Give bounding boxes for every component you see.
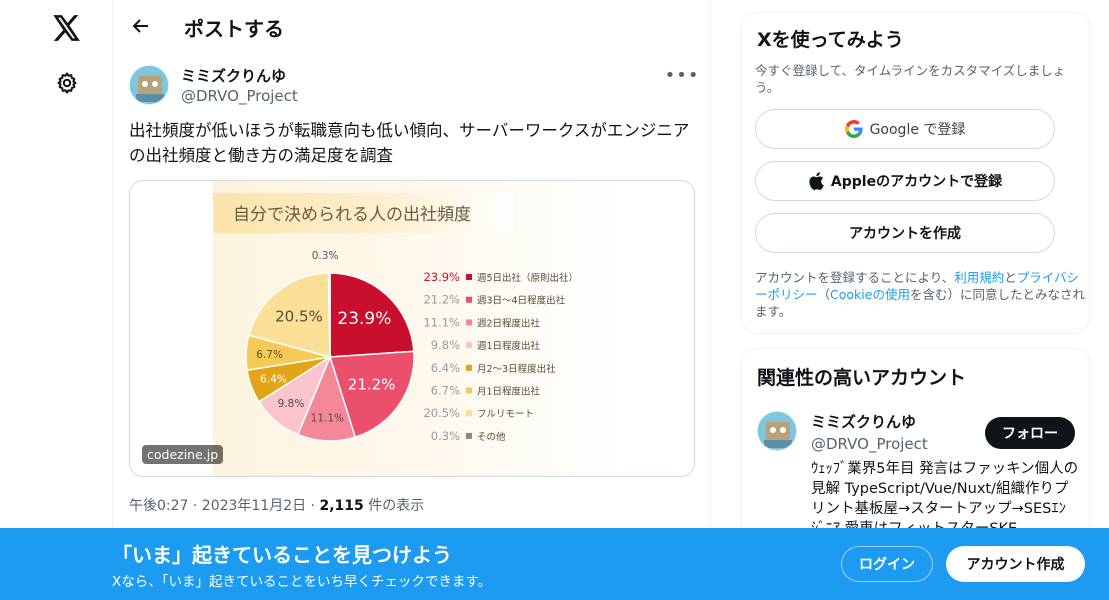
banner-subtitle: Xなら、「いま」起きていることをいち早くチェックできます。 bbox=[112, 574, 492, 590]
follow-button[interactable]: フォロー bbox=[985, 417, 1075, 449]
legend-value: 11.1% bbox=[423, 315, 460, 329]
back-arrow-icon[interactable] bbox=[123, 8, 159, 44]
legend-label: 週5日出社（原則出社） bbox=[477, 272, 578, 284]
login-button[interactable]: ログイン bbox=[841, 546, 933, 582]
legend-swatch bbox=[466, 274, 472, 280]
pie-slice-label: 11.1% bbox=[311, 412, 344, 424]
pie-slice-label: 0.3% bbox=[312, 250, 339, 262]
related-account-name[interactable]: ミミズクりんゆ bbox=[811, 411, 916, 432]
legend-value: 0.3% bbox=[431, 429, 460, 443]
post-text: 出社頻度が低いほうが転職意向も低い傾向、サーバーワークスがエンジニアの出社頻度と… bbox=[129, 121, 690, 165]
signup-button[interactable]: アカウント作成 bbox=[946, 546, 1085, 582]
apple-signup-button[interactable]: Appleのアカウントで登録 bbox=[755, 161, 1055, 201]
legend-swatch bbox=[466, 342, 472, 349]
legend-value: 9.8% bbox=[431, 338, 460, 352]
pie-slice-label: 21.2% bbox=[348, 375, 396, 393]
page-title: ポストする bbox=[184, 17, 284, 41]
apple-signup-label: Appleのアカウントで登録 bbox=[830, 174, 1003, 190]
terms-link[interactable]: 利用規約 bbox=[954, 270, 1004, 285]
legend-value: 20.5% bbox=[423, 406, 460, 420]
related-account-handle[interactable]: @DRVO_Project bbox=[811, 435, 928, 453]
pie-slice-label: 23.9% bbox=[337, 309, 391, 329]
chart-title: 自分で決められる人の出社頻度 bbox=[233, 205, 471, 225]
post-meta: 午後0:27 · 2023年11月2日 · 2,115 件の表示 bbox=[129, 495, 424, 515]
avatar[interactable] bbox=[757, 411, 797, 451]
legend-swatch bbox=[466, 387, 472, 394]
signup-card: Xを使ってみよう 今すぐ登録して、タイムラインをカスタマイズしましょう。 Goo… bbox=[741, 12, 1090, 334]
avatar[interactable] bbox=[129, 65, 169, 105]
terms-prefix: アカウントを登録することにより、 bbox=[755, 270, 955, 285]
legend-label: その他 bbox=[477, 431, 506, 443]
legend-value: 6.4% bbox=[431, 361, 460, 375]
right-sidebar: Xを使ってみよう 今すぐ登録して、タイムラインをカスタマイズしましょう。 Goo… bbox=[740, 0, 1092, 600]
google-signup-button[interactable]: Google で登録 bbox=[755, 109, 1055, 149]
related-accounts-title: 関連性の高いアカウント bbox=[757, 367, 967, 389]
legend-label: フルリモート bbox=[477, 409, 534, 420]
post-media-image[interactable]: 自分で決められる人の出社頻度 23.9% 21.2% 11.1% 9.8% 6.4% 6.… bbox=[129, 180, 695, 477]
terms-paren: （ bbox=[817, 287, 831, 302]
author-name[interactable]: ミミズクりんゆ bbox=[181, 65, 286, 86]
legend-swatch bbox=[466, 364, 472, 371]
left-nav bbox=[0, 0, 112, 600]
legend-label: 週1日程度出社 bbox=[477, 340, 541, 352]
post-author: ミミズクりんゆ @DRVO_Project ••• bbox=[129, 63, 699, 107]
page-header: ポストする bbox=[113, 0, 710, 53]
pie-slice-label: 20.5% bbox=[275, 307, 323, 325]
pie-slice-label: 6.4% bbox=[260, 373, 287, 385]
signup-banner: 「いま」起きていることを見つけよう Xなら、「いま」起きていることをいち早くチェ… bbox=[0, 528, 1109, 600]
signup-card-subtitle: 今すぐ登録して、タイムラインをカスタマイズしましょう。 bbox=[755, 63, 1066, 95]
apple-icon bbox=[808, 172, 824, 190]
author-handle[interactable]: @DRVO_Project bbox=[181, 87, 298, 105]
pie-slice-label: 6.7% bbox=[256, 349, 283, 361]
create-account-label: アカウントを作成 bbox=[849, 226, 961, 242]
legend-swatch bbox=[466, 319, 472, 326]
x-logo-icon[interactable] bbox=[42, 3, 92, 53]
legend-value: 21.2% bbox=[423, 293, 460, 307]
pie-slice-label: 9.8% bbox=[278, 398, 305, 410]
cookie-link[interactable]: Cookieの使用 bbox=[830, 287, 910, 302]
legend-label: 週2日程度出社 bbox=[477, 317, 541, 329]
terms-notice: アカウントを登録することにより、利用規約とプライバシーポリシー（Cookieの使… bbox=[755, 269, 1085, 320]
signup-card-title: Xを使ってみよう bbox=[757, 29, 904, 51]
legend-value: 23.9% bbox=[423, 270, 460, 284]
legend-value: 6.7% bbox=[431, 384, 460, 398]
legend-label: 週3日〜4日程度出社 bbox=[477, 295, 566, 307]
terms-and: と bbox=[1004, 270, 1017, 285]
google-signup-label: Google で登録 bbox=[869, 122, 966, 138]
google-icon bbox=[844, 120, 863, 138]
banner-title: 「いま」起きていることを見つけよう bbox=[112, 543, 452, 567]
pie-chart: 自分で決められる人の出社頻度 23.9% 21.2% 11.1% 9.8% 6.4% 6.… bbox=[213, 181, 623, 476]
create-account-button[interactable]: アカウントを作成 bbox=[755, 213, 1055, 253]
view-count-label: 件の表示 bbox=[363, 498, 425, 514]
legend-swatch bbox=[466, 432, 472, 439]
more-options-icon[interactable]: ••• bbox=[665, 63, 699, 87]
post-timestamp[interactable]: 午後0:27 · 2023年11月2日 · bbox=[129, 498, 320, 514]
gear-icon[interactable] bbox=[42, 58, 92, 108]
related-account-bio: ｳｪｯﾌﾞ業界5年目 発言はファッキン個人の見解 TypeScript/Vue/… bbox=[811, 461, 1079, 537]
legend-label: 月1日程度出社 bbox=[477, 386, 541, 398]
main-column: ポストする ミミズクりんゆ @DRVO_Project ••• 出社頻度が低いほ… bbox=[112, 0, 711, 600]
legend-label: 月2〜3日程度出社 bbox=[477, 363, 556, 375]
legend-swatch bbox=[466, 296, 472, 303]
legend-swatch bbox=[466, 410, 472, 417]
view-count: 2,115 bbox=[319, 498, 364, 514]
media-watermark: codezine.jp bbox=[142, 445, 224, 464]
